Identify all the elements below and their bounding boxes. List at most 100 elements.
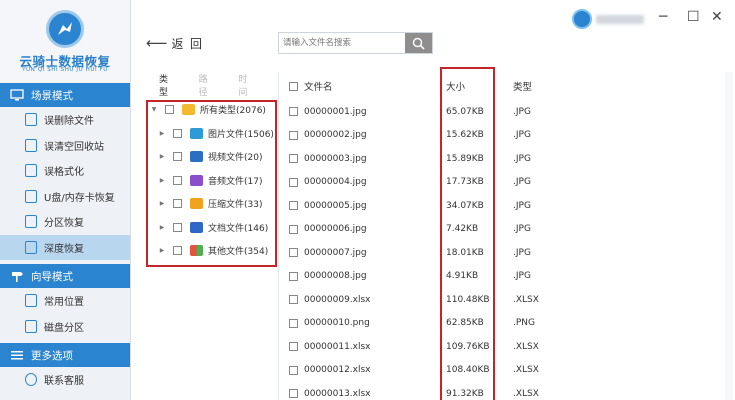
app-subtitle: YUN QI SHI SHU JU HUI FU [22, 67, 108, 73]
nav-item-recycle-bin[interactable]: 误清空回收站 [0, 133, 130, 159]
nav-label: 误清空回收站 [44, 141, 104, 153]
trash-icon [25, 138, 37, 152]
row-checkbox[interactable] [289, 177, 298, 187]
nav-item-partition-recovery[interactable]: 分区恢复 [0, 209, 130, 235]
highlight-box-size-column [440, 67, 495, 400]
file-icon [25, 113, 37, 127]
search-input[interactable] [279, 33, 405, 53]
section-wizard-mode[interactable]: 向导模式 [0, 264, 130, 288]
file-name: 00000001.jpg [304, 106, 367, 117]
row-checkbox[interactable] [289, 389, 298, 399]
tree-tabs: 类型 路径 时间 [131, 72, 278, 98]
file-type: .XLSX [513, 365, 539, 376]
nav-item-common-locations[interactable]: 常用位置 [0, 288, 130, 314]
nav-label: 误格式化 [44, 167, 84, 179]
back-label: 返 [171, 36, 184, 51]
row-checkbox[interactable] [289, 154, 298, 164]
file-name: 00000010.png [304, 318, 370, 329]
row-checkbox[interactable] [289, 271, 298, 281]
file-row[interactable]: 00000007.jpg 18.01KB .JPG [280, 241, 735, 265]
section-scene-mode[interactable]: 场景模式 [0, 83, 130, 107]
file-name: 00000008.jpg [304, 271, 367, 282]
file-row[interactable]: 00000006.jpg 7.42KB .JPG [280, 218, 735, 242]
select-all-checkbox[interactable] [289, 81, 298, 91]
app-logo: 云骑士数据恢复 YUN QI SHI SHU JU HUI FU [0, 0, 130, 82]
scrollbar[interactable] [725, 72, 733, 400]
nav-label: 误删除文件 [44, 116, 94, 128]
tab-path[interactable]: 路径 [199, 72, 214, 98]
column-header-type[interactable]: 类型 [513, 79, 593, 93]
file-row[interactable]: 00000011.xlsx 109.76KB .XLSX [280, 335, 735, 359]
search-icon [412, 37, 425, 50]
file-name: 00000009.xlsx [304, 294, 371, 305]
file-row[interactable]: 00000002.jpg 15.62KB .JPG [280, 124, 735, 148]
file-row[interactable]: 00000012.xlsx 108.40KB .XLSX [280, 359, 735, 383]
user-account[interactable] [572, 9, 644, 29]
section-more-options[interactable]: 更多选项 [0, 343, 130, 367]
file-type: .JPG [513, 130, 531, 141]
close-button[interactable]: ✕ [711, 9, 723, 25]
nav-label: U盘/内存卡恢复 [44, 192, 115, 204]
search-button[interactable] [405, 33, 432, 53]
deep-scan-icon [25, 240, 37, 254]
row-checkbox[interactable] [289, 201, 298, 211]
file-name: 00000003.jpg [304, 153, 367, 164]
nav-item-usb-recovery[interactable]: U盘/内存卡恢复 [0, 184, 130, 210]
file-type: .JPG [513, 200, 531, 211]
file-type: .XLSX [513, 294, 539, 305]
nav-item-disk-partitions[interactable]: 磁盘分区 [0, 314, 130, 340]
row-checkbox[interactable] [289, 248, 298, 258]
row-checkbox[interactable] [289, 295, 298, 305]
tab-type[interactable]: 类型 [159, 72, 174, 98]
monitor-icon [10, 89, 24, 101]
row-checkbox[interactable] [289, 130, 298, 140]
file-name: 00000006.jpg [304, 224, 367, 235]
file-row[interactable]: 00000013.xlsx 91.32KB .XLSX [280, 382, 735, 400]
file-name: 00000007.jpg [304, 247, 367, 258]
minimize-button[interactable]: ─ [659, 9, 667, 25]
usb-drive-icon [25, 189, 37, 203]
return-button[interactable]: 回 [190, 35, 202, 52]
nav-item-deleted-files[interactable]: 误删除文件 [0, 107, 130, 133]
tab-time[interactable]: 时间 [238, 72, 253, 98]
file-type: .JPG [513, 153, 531, 164]
user-avatar [572, 9, 592, 29]
file-row[interactable]: 00000003.jpg 15.89KB .JPG [280, 147, 735, 171]
row-checkbox[interactable] [289, 318, 298, 328]
file-row[interactable]: 00000010.png 62.85KB .PNG [280, 312, 735, 336]
nav-item-contact-support[interactable]: 联系客服 [0, 367, 130, 393]
file-row[interactable]: 00000008.jpg 4.91KB .JPG [280, 265, 735, 289]
headset-icon [25, 373, 37, 387]
file-type: .JPG [513, 247, 531, 258]
nav-label: 常用位置 [44, 297, 84, 309]
row-checkbox[interactable] [289, 224, 298, 234]
file-list: 文件名 大小 类型 00000001.jpg 65.07KB .JPG 0000000… [280, 72, 735, 400]
file-type: .JPG [513, 106, 531, 117]
column-header-name[interactable]: 文件名 [304, 79, 446, 93]
row-checkbox[interactable] [289, 342, 298, 352]
section-title: 向导模式 [31, 270, 73, 283]
signpost-icon [10, 270, 24, 282]
arrow-left-icon: ⟵ [146, 34, 168, 52]
file-row[interactable]: 00000009.xlsx 110.48KB .XLSX [280, 288, 735, 312]
back-button[interactable]: ⟵ 返 [146, 34, 184, 52]
nav-item-format[interactable]: 误格式化 [0, 158, 130, 184]
row-checkbox[interactable] [289, 365, 298, 375]
nav-label: 分区恢复 [44, 218, 84, 230]
file-name: 00000005.jpg [304, 200, 367, 211]
file-row[interactable]: 00000001.jpg 65.07KB .JPG [280, 100, 735, 124]
restore-button[interactable]: ☐ [687, 9, 700, 25]
file-type: .JPG [513, 177, 531, 188]
row-checkbox[interactable] [289, 107, 298, 117]
file-type: .PNG [513, 318, 535, 329]
file-name: 00000013.xlsx [304, 388, 371, 399]
file-row[interactable]: 00000005.jpg 34.07KB .JPG [280, 194, 735, 218]
menu-icon [10, 349, 24, 361]
nav-item-deep-recovery[interactable]: 深度恢复 [0, 234, 130, 260]
section-title: 更多选项 [31, 349, 73, 362]
file-row[interactable]: 00000004.jpg 17.73KB .JPG [280, 171, 735, 195]
file-name: 00000011.xlsx [304, 341, 371, 352]
knight-logo-icon [46, 10, 84, 48]
disk-icon [25, 319, 37, 333]
sidebar: 云骑士数据恢复 YUN QI SHI SHU JU HUI FU 场景模式 误删… [0, 0, 131, 400]
